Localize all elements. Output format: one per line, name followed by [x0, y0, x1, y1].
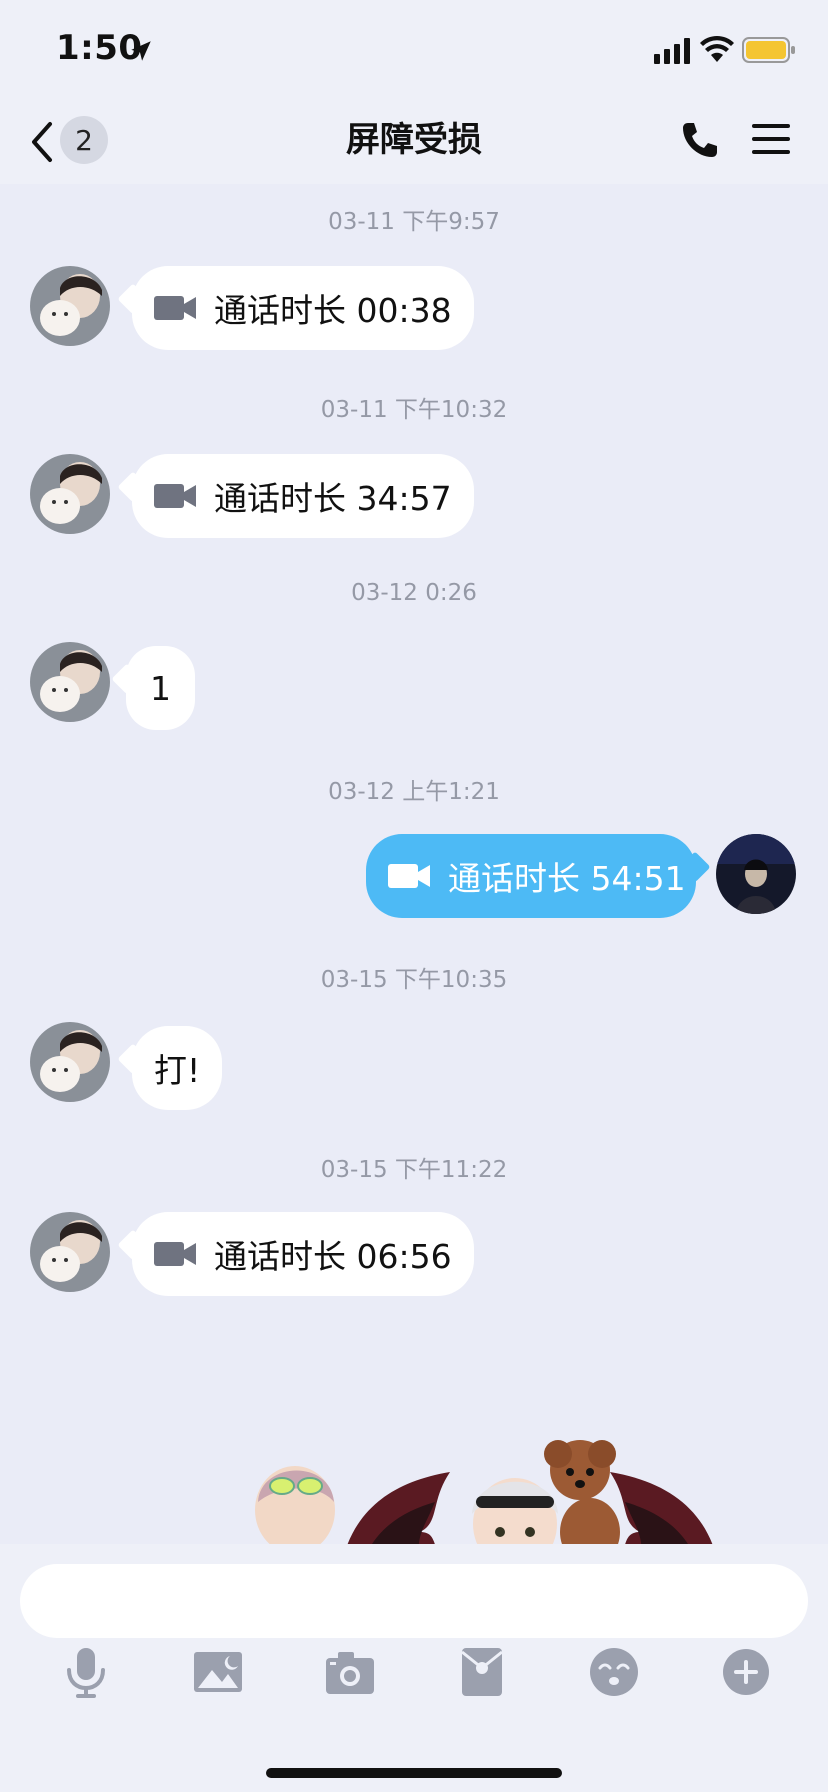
video-camera-icon — [154, 1242, 196, 1266]
message-timestamp: 03-12 0:26 — [351, 580, 477, 606]
message-timestamp: 03-11 下午9:57 — [328, 209, 500, 235]
message-timestamp: 03-11 下午10:32 — [320, 397, 508, 423]
message-text: 1 — [150, 668, 171, 708]
cellular-signal-icon — [654, 38, 690, 64]
contact-avatar-image — [30, 642, 110, 722]
message-timestamp: 03-12 上午1:21 — [328, 779, 500, 805]
text-message-bubble[interactable]: 打! — [132, 1026, 223, 1110]
contact-avatar[interactable] — [30, 1022, 110, 1102]
home-indicator[interactable] — [266, 1768, 562, 1778]
battery-icon — [742, 37, 795, 63]
contact-avatar[interactable] — [30, 266, 110, 346]
image-button[interactable] — [190, 1644, 246, 1700]
message-text: 打! — [154, 1051, 201, 1090]
emoji-icon — [590, 1648, 638, 1696]
message-text: 通话时长 34:57 — [214, 479, 452, 518]
contact-avatar[interactable] — [30, 642, 110, 722]
contact-avatar-image — [30, 266, 110, 346]
call-record-bubble[interactable]: 通话时长 06:56 — [132, 1212, 474, 1296]
camera-icon — [326, 1652, 374, 1694]
voice-button[interactable] — [58, 1644, 114, 1700]
text-message-bubble[interactable]: 1 — [126, 646, 195, 730]
more-button[interactable] — [718, 1644, 774, 1700]
composer — [0, 1544, 828, 1792]
message-text: 通话时长 54:51 — [448, 859, 686, 898]
my-avatar-image — [716, 834, 796, 914]
my-avatar[interactable] — [716, 834, 796, 914]
location-arrow-icon — [131, 41, 151, 61]
status-bar: 1:50 — [0, 0, 828, 100]
video-camera-icon — [154, 296, 196, 320]
camera-button[interactable] — [322, 1644, 378, 1700]
message-text: 通话时长 00:38 — [214, 291, 452, 330]
message-timestamp: 03-15 下午10:35 — [320, 967, 508, 993]
message-timestamp: 03-15 下午11:22 — [320, 1157, 508, 1183]
video-camera-icon — [388, 864, 430, 888]
contact-avatar-image — [30, 1212, 110, 1292]
call-record-bubble[interactable]: 通话时长 00:38 — [132, 266, 474, 350]
call-record-bubble[interactable]: 通话时长 54:51 — [366, 834, 696, 918]
contact-avatar-image — [30, 1022, 110, 1102]
menu-icon[interactable] — [752, 122, 790, 156]
image-icon — [194, 1652, 242, 1692]
microphone-icon — [67, 1648, 105, 1698]
contact-avatar[interactable] — [30, 1212, 110, 1292]
message-text: 通话时长 06:56 — [214, 1237, 452, 1276]
call-record-bubble[interactable]: 通话时长 34:57 — [132, 454, 474, 538]
chat-theme-decoration — [250, 1432, 740, 1544]
contact-avatar-image — [30, 454, 110, 534]
phone-icon[interactable] — [680, 120, 720, 160]
contact-avatar[interactable] — [30, 454, 110, 534]
emoji-button[interactable] — [586, 1644, 642, 1700]
video-camera-icon — [154, 484, 196, 508]
cartoon-characters-illustration — [255, 1440, 713, 1544]
message-input[interactable] — [20, 1564, 808, 1638]
red-packet-button[interactable] — [454, 1644, 510, 1700]
red-packet-icon — [461, 1648, 503, 1696]
plus-icon — [723, 1649, 769, 1695]
wifi-icon — [700, 35, 734, 62]
